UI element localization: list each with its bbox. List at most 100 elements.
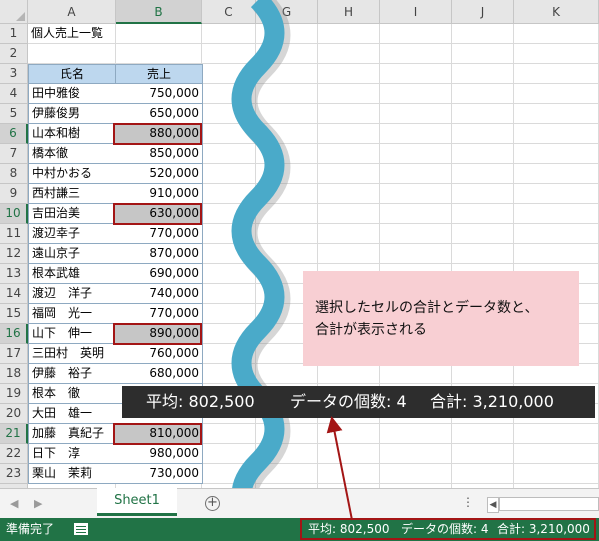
column-header-b[interactable]: B bbox=[116, 0, 202, 24]
empty-cell[interactable] bbox=[514, 24, 599, 44]
empty-cell[interactable] bbox=[452, 204, 514, 224]
name-cell[interactable]: 根本 徹 bbox=[28, 384, 116, 404]
name-cell[interactable]: 伊藤俊男 bbox=[28, 104, 116, 124]
vertical-dots-icon[interactable]: ⋮ bbox=[462, 495, 474, 509]
row-header-17[interactable]: 17 bbox=[0, 344, 28, 364]
empty-cell[interactable] bbox=[318, 204, 380, 224]
sales-cell[interactable]: 910,000 bbox=[115, 184, 203, 204]
row-header-10[interactable]: 10 bbox=[0, 204, 28, 224]
row-header-19[interactable]: 19 bbox=[0, 384, 28, 404]
scroll-left-icon[interactable]: ◀ bbox=[487, 497, 499, 513]
empty-cell[interactable] bbox=[514, 84, 599, 104]
empty-cell[interactable] bbox=[452, 444, 514, 464]
empty-cell[interactable] bbox=[514, 424, 599, 444]
row-header-15[interactable]: 15 bbox=[0, 304, 28, 324]
sales-cell[interactable]: 690,000 bbox=[115, 264, 203, 284]
empty-cell[interactable] bbox=[380, 64, 452, 84]
row-header-6[interactable]: 6 bbox=[0, 124, 28, 144]
empty-cell[interactable] bbox=[318, 144, 380, 164]
column-header-a[interactable]: A bbox=[28, 0, 116, 24]
row-header-12[interactable]: 12 bbox=[0, 244, 28, 264]
row-header-4[interactable]: 4 bbox=[0, 84, 28, 104]
scroll-tabs-right-icon[interactable]: ▶ bbox=[34, 497, 42, 510]
empty-cell[interactable] bbox=[380, 424, 452, 444]
empty-cell[interactable] bbox=[514, 124, 599, 144]
empty-cell[interactable] bbox=[452, 64, 514, 84]
empty-cell[interactable] bbox=[514, 204, 599, 224]
empty-cell[interactable] bbox=[452, 84, 514, 104]
empty-cell[interactable] bbox=[514, 244, 599, 264]
tab-sheet1[interactable]: Sheet1 bbox=[97, 488, 177, 516]
empty-cell[interactable] bbox=[380, 244, 452, 264]
empty-cell[interactable] bbox=[380, 444, 452, 464]
empty-cell[interactable] bbox=[514, 224, 599, 244]
name-cell[interactable]: 西村謙三 bbox=[28, 184, 116, 204]
row-header-21[interactable]: 21 bbox=[0, 424, 28, 444]
empty-cell[interactable] bbox=[452, 104, 514, 124]
empty-cell[interactable] bbox=[318, 84, 380, 104]
row-header-18[interactable]: 18 bbox=[0, 364, 28, 384]
table-header-name[interactable]: 氏名 bbox=[28, 64, 116, 84]
sheet-title-cell[interactable]: 個人売上一覧 bbox=[28, 24, 208, 44]
empty-cell[interactable] bbox=[452, 144, 514, 164]
empty-cell[interactable] bbox=[380, 164, 452, 184]
status-stats-highlight[interactable]: 平均: 802,500 データの個数: 4 合計: 3,210,000 bbox=[300, 518, 596, 540]
empty-cell[interactable] bbox=[318, 244, 380, 264]
empty-cell[interactable] bbox=[318, 64, 380, 84]
name-cell[interactable]: 山下 伸一 bbox=[28, 324, 116, 344]
empty-cell[interactable] bbox=[318, 364, 380, 384]
table-header-sales[interactable]: 売上 bbox=[115, 64, 203, 84]
empty-cell[interactable] bbox=[380, 364, 452, 384]
scroll-tabs-left-icon[interactable]: ◀ bbox=[10, 497, 18, 510]
empty-cell[interactable] bbox=[514, 64, 599, 84]
empty-cell[interactable] bbox=[318, 224, 380, 244]
name-cell[interactable]: 遠山京子 bbox=[28, 244, 116, 264]
name-cell[interactable]: 吉田治美 bbox=[28, 204, 116, 224]
name-cell[interactable]: 田中雅俊 bbox=[28, 84, 116, 104]
name-cell[interactable]: 渡辺 洋子 bbox=[28, 284, 116, 304]
empty-cell[interactable] bbox=[28, 44, 116, 64]
row-header-14[interactable]: 14 bbox=[0, 284, 28, 304]
plus-circle-icon[interactable]: + bbox=[205, 496, 220, 511]
macro-record-icon[interactable] bbox=[74, 523, 88, 535]
sales-cell[interactable]: 520,000 bbox=[115, 164, 203, 184]
empty-cell[interactable] bbox=[452, 224, 514, 244]
sales-cell[interactable]: 740,000 bbox=[115, 284, 203, 304]
empty-cell[interactable] bbox=[318, 164, 380, 184]
row-header-3[interactable]: 3 bbox=[0, 64, 28, 84]
empty-cell[interactable] bbox=[452, 184, 514, 204]
empty-cell[interactable] bbox=[318, 464, 380, 484]
empty-cell[interactable] bbox=[380, 464, 452, 484]
row-header-1[interactable]: 1 bbox=[0, 24, 28, 44]
sales-cell[interactable]: 980,000 bbox=[115, 444, 203, 464]
sales-cell[interactable]: 730,000 bbox=[115, 464, 203, 484]
empty-cell[interactable] bbox=[318, 24, 380, 44]
row-header-11[interactable]: 11 bbox=[0, 224, 28, 244]
empty-cell[interactable] bbox=[514, 184, 599, 204]
name-cell[interactable]: 栗山 茉莉 bbox=[28, 464, 116, 484]
empty-cell[interactable] bbox=[380, 204, 452, 224]
empty-cell[interactable] bbox=[380, 84, 452, 104]
empty-cell[interactable] bbox=[380, 144, 452, 164]
column-header-j[interactable]: J bbox=[452, 0, 514, 24]
name-cell[interactable]: 福岡 光一 bbox=[28, 304, 116, 324]
empty-cell[interactable] bbox=[318, 424, 380, 444]
sales-cell[interactable]: 680,000 bbox=[115, 364, 203, 384]
empty-cell[interactable] bbox=[380, 124, 452, 144]
empty-cell[interactable] bbox=[380, 24, 452, 44]
row-header-9[interactable]: 9 bbox=[0, 184, 28, 204]
sales-cell[interactable]: 850,000 bbox=[115, 144, 203, 164]
name-cell[interactable]: 山本和樹 bbox=[28, 124, 116, 144]
column-header-h[interactable]: H bbox=[318, 0, 380, 24]
select-all-corner[interactable] bbox=[0, 0, 28, 24]
empty-cell[interactable] bbox=[318, 184, 380, 204]
empty-cell[interactable] bbox=[514, 104, 599, 124]
empty-cell[interactable] bbox=[318, 44, 380, 64]
empty-cell[interactable] bbox=[452, 244, 514, 264]
sales-cell[interactable]: 770,000 bbox=[115, 224, 203, 244]
name-cell[interactable]: 三田村 英明 bbox=[28, 344, 116, 364]
empty-cell[interactable] bbox=[318, 104, 380, 124]
empty-cell[interactable] bbox=[452, 424, 514, 444]
name-cell[interactable]: 橋本徹 bbox=[28, 144, 116, 164]
sales-cell[interactable]: 750,000 bbox=[115, 84, 203, 104]
